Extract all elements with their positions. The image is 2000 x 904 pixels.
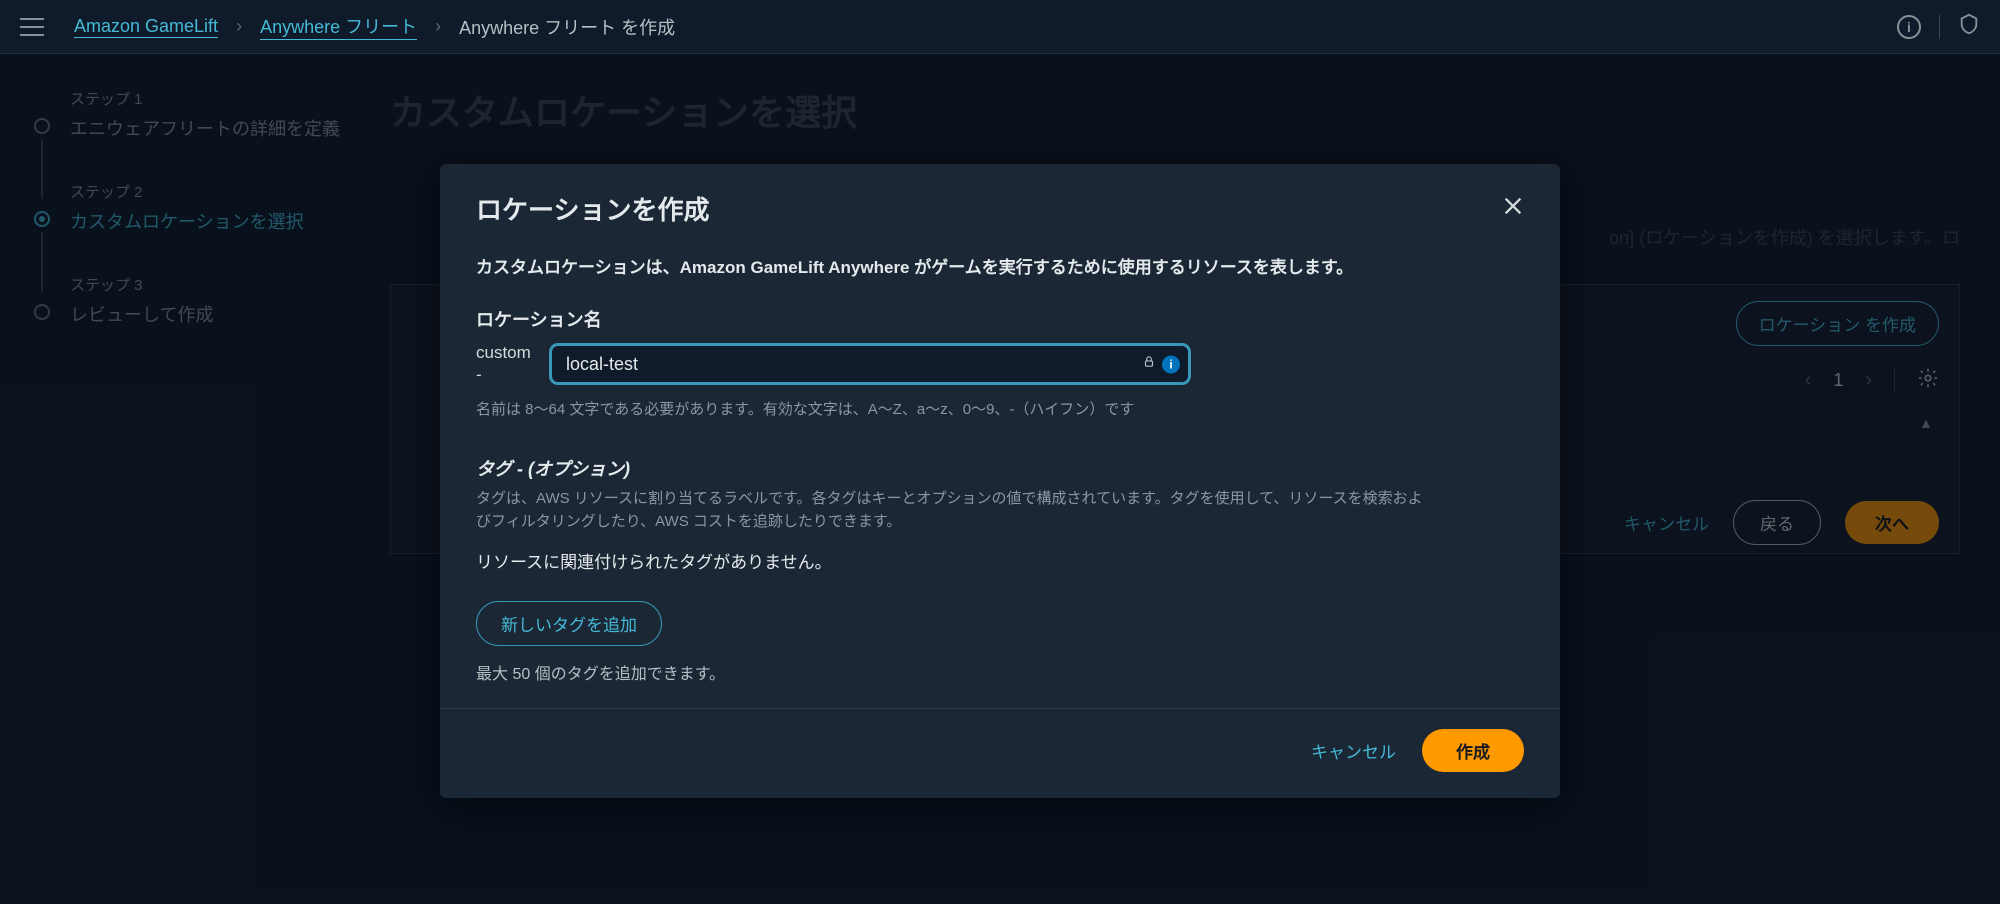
create-location-modal: ロケーションを作成 カスタムロケーションは、Amazon GameLift An… — [440, 164, 1560, 798]
info-badge-icon[interactable]: i — [1162, 355, 1180, 373]
tags-section-title: タグ - (オプション) — [476, 455, 1524, 481]
modal-title: ロケーションを作成 — [476, 190, 709, 227]
add-tag-button[interactable]: 新しいタグを追加 — [476, 601, 662, 646]
tags-section-desc: タグは、AWS リソースに割り当てるラベルです。各タグはキーとオプションの値で構… — [476, 487, 1436, 534]
max-tags-hint: 最大 50 個のタグを追加できます。 — [476, 660, 1524, 684]
divider — [1939, 15, 1940, 39]
shield-icon[interactable] — [1958, 13, 1980, 40]
close-icon[interactable] — [1502, 195, 1524, 222]
chevron-right-icon: › — [435, 16, 441, 37]
menu-icon[interactable] — [20, 18, 44, 36]
chevron-right-icon: › — [236, 16, 242, 37]
name-hint: 名前は 8〜64 文字である必要があります。有効な文字は、A〜Z、a〜z、0〜9… — [476, 398, 1524, 419]
breadcrumb-root[interactable]: Amazon GameLift — [74, 16, 218, 38]
location-name-label: ロケーション名 — [476, 306, 1524, 332]
modal-create-button[interactable]: 作成 — [1422, 729, 1524, 772]
breadcrumb-mid[interactable]: Anywhere フリート — [260, 13, 417, 40]
info-icon[interactable]: i — [1897, 15, 1921, 39]
breadcrumb-current: Anywhere フリート を作成 — [459, 14, 675, 40]
name-prefix: custom - — [476, 342, 550, 386]
location-name-input[interactable] — [550, 344, 1190, 384]
no-tags-message: リソースに関連付けられたタグがありません。 — [476, 548, 1524, 573]
topbar: Amazon GameLift › Anywhere フリート › Anywhe… — [0, 0, 2000, 54]
modal-cancel-link[interactable]: キャンセル — [1311, 738, 1396, 763]
lock-icon — [1142, 355, 1156, 374]
breadcrumb: Amazon GameLift › Anywhere フリート › Anywhe… — [74, 13, 675, 40]
modal-overlay: ロケーションを作成 カスタムロケーションは、Amazon GameLift An… — [0, 54, 2000, 904]
modal-subtitle: カスタムロケーションは、Amazon GameLift Anywhere がゲー… — [476, 253, 1524, 278]
